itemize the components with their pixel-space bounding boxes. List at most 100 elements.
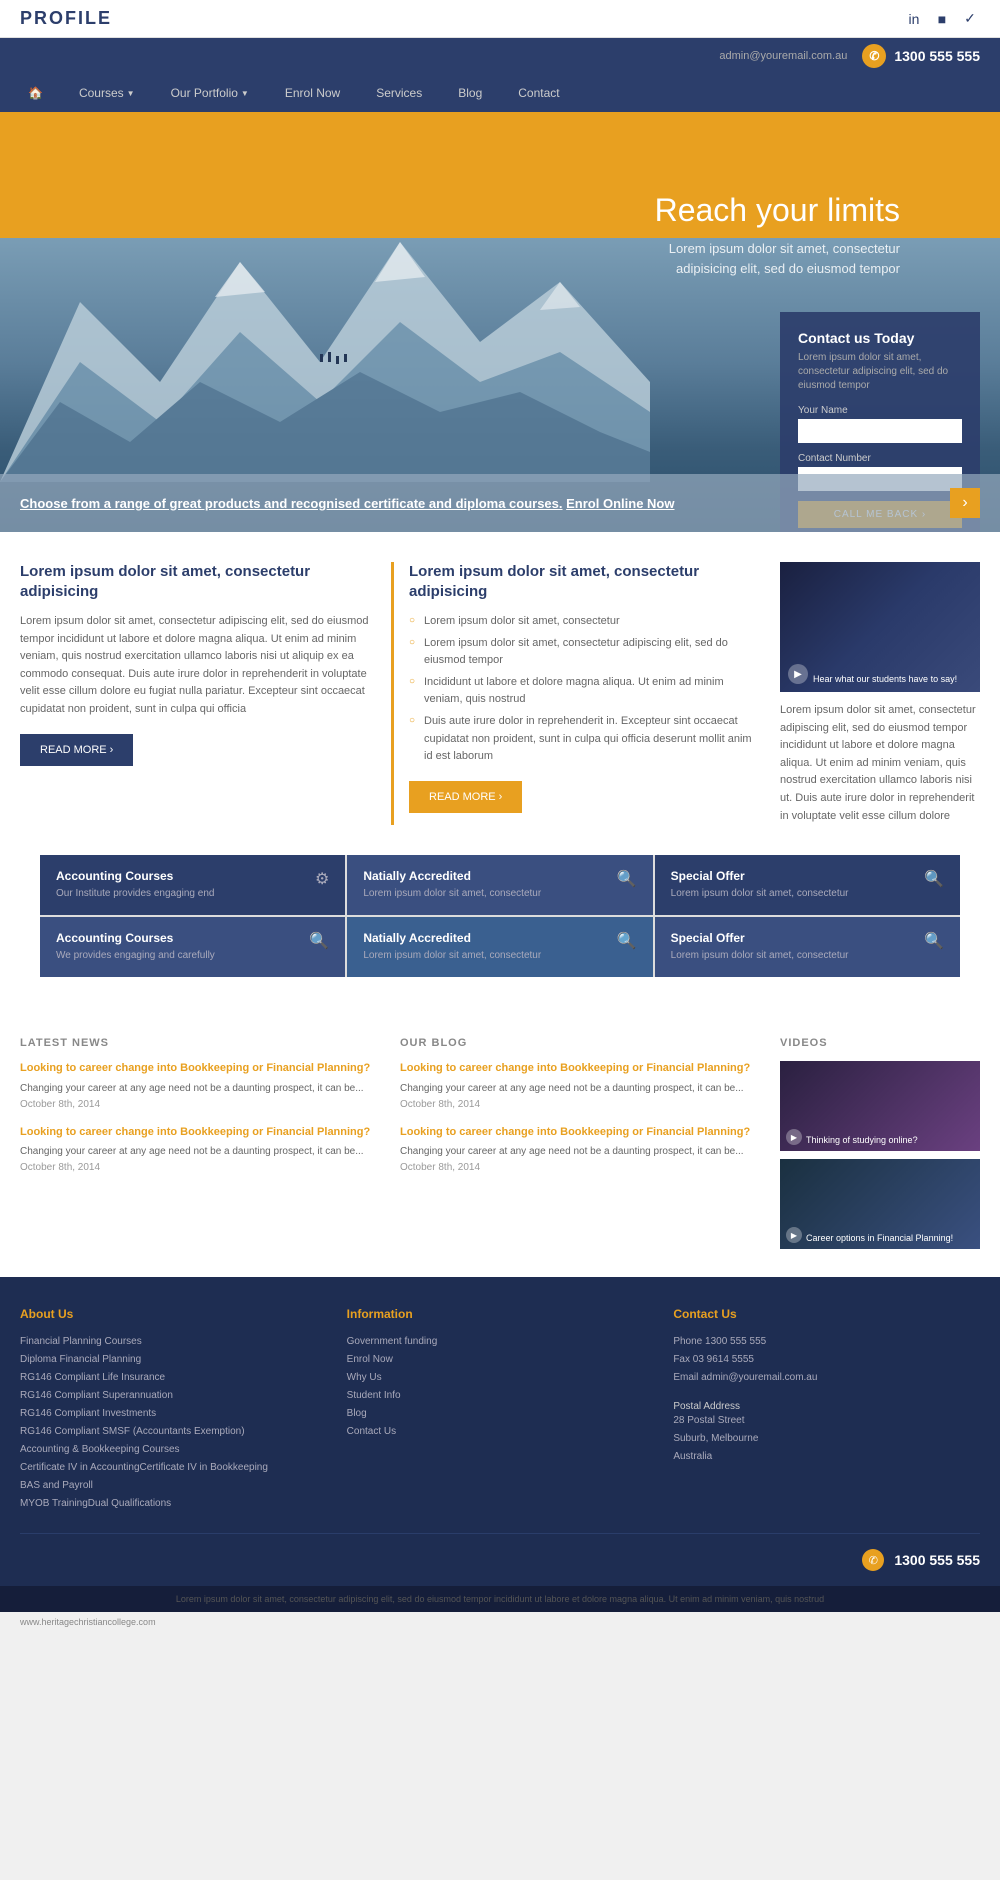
hero-banner: Choose from a range of great products an… <box>0 474 1000 532</box>
news-date-1: October 8th, 2014 <box>20 1162 380 1173</box>
bullet-item: Lorem ipsum dolor sit amet, consectetur … <box>409 635 760 670</box>
blog-date-1: October 8th, 2014 <box>400 1162 760 1173</box>
feature-item-3[interactable]: Accounting Courses We provides engaging … <box>40 917 345 977</box>
footer-info-link-0[interactable]: Government funding <box>347 1333 654 1351</box>
news-date-0: October 8th, 2014 <box>20 1099 380 1110</box>
blog-text-0: Changing your career at any age need not… <box>400 1081 760 1096</box>
feature-title-3: Accounting Courses <box>56 931 215 945</box>
footer-info-link-1[interactable]: Enrol Now <box>347 1351 654 1369</box>
feature-sub-1: Lorem ipsum dolor sit amet, consectetur <box>363 887 541 901</box>
footer: About Us Financial Planning Courses Dipl… <box>0 1277 1000 1586</box>
footer-address-label: Postal Address <box>673 1401 980 1412</box>
feature-item-4[interactable]: Natially Accredited Lorem ipsum dolor si… <box>347 917 652 977</box>
footer-info-link-5[interactable]: Contact Us <box>347 1423 654 1441</box>
enrol-link[interactable]: Enrol Online Now <box>566 496 674 511</box>
read-more-dark-button[interactable]: READ MORE › <box>20 734 133 766</box>
footer-link-0[interactable]: Financial Planning Courses <box>20 1333 327 1351</box>
mountain-svg <box>0 182 650 482</box>
news-text-0: Changing your career at any age need not… <box>20 1081 380 1096</box>
footer-link-9[interactable]: MYOB TrainingDual Qualifications <box>20 1495 327 1513</box>
footer-information: Information Government funding Enrol Now… <box>347 1307 654 1513</box>
feature-item-5[interactable]: Special Offer Lorem ipsum dolor sit amet… <box>655 917 960 977</box>
facebook-icon[interactable]: ■ <box>932 9 952 29</box>
nav-services[interactable]: Services <box>368 74 430 112</box>
feature-icon-4: 🔍 <box>617 931 637 951</box>
footer-contact-title: Contact Us <box>673 1307 980 1321</box>
news-item-0: Looking to career change into Bookkeepin… <box>20 1061 380 1109</box>
feature-icon-2: 🔍 <box>924 869 944 889</box>
col-right: ▶ Hear what our students have to say! Lo… <box>780 562 980 825</box>
bullet-list: Lorem ipsum dolor sit amet, consectetur … <box>409 613 760 766</box>
footer-link-6[interactable]: Accounting & Bookkeeping Courses <box>20 1441 327 1459</box>
hero-next-arrow[interactable]: › <box>950 488 980 518</box>
col-left-title: Lorem ipsum dolor sit amet, consectetur … <box>20 562 371 601</box>
cf-subtitle: Lorem ipsum dolor sit amet, consectetur … <box>798 351 962 393</box>
bullet-item: Incididunt ut labore et dolore magna ali… <box>409 674 760 709</box>
nav-enrol[interactable]: Enrol Now <box>277 74 348 112</box>
news-item-1: Looking to career change into Bookkeepin… <box>20 1125 380 1173</box>
footer-bottom: ✆ 1300 555 555 <box>20 1533 980 1571</box>
hero-text: Reach your limits Lorem ipsum dolor sit … <box>655 192 900 278</box>
blog-item-0: Looking to career change into Bookkeepin… <box>400 1061 760 1109</box>
col-left-text: Lorem ipsum dolor sit amet, consectetur … <box>20 613 371 719</box>
linkedin-icon[interactable]: in <box>904 9 924 29</box>
video-thumb-1[interactable]: ▶ Career options in Financial Planning! <box>780 1159 980 1249</box>
video-thumbnail[interactable]: ▶ Hear what our students have to say! <box>780 562 980 692</box>
blog-label: OUR BLOG <box>400 1037 760 1049</box>
hero-title: Reach your limits <box>655 192 900 229</box>
footer-link-7[interactable]: Certificate IV in AccountingCertificate … <box>20 1459 327 1477</box>
blog-column: OUR BLOG Looking to career change into B… <box>400 1037 760 1257</box>
footer-link-4[interactable]: RG146 Compliant Investments <box>20 1405 327 1423</box>
footer-link-2[interactable]: RG146 Compliant Life Insurance <box>20 1369 327 1387</box>
twitter-icon[interactable]: ✓ <box>960 9 980 29</box>
footer-phone: Phone 1300 555 555 <box>673 1333 980 1351</box>
footer-link-8[interactable]: BAS and Payroll <box>20 1477 327 1495</box>
cf-name-input[interactable] <box>798 419 962 443</box>
col-mid-title: Lorem ipsum dolor sit amet, consectetur … <box>409 562 760 601</box>
nav-portfolio[interactable]: Our Portfolio ▼ <box>163 74 257 112</box>
feature-title-0: Accounting Courses <box>56 869 214 883</box>
footer-about-title: About Us <box>20 1307 327 1321</box>
nav-blog[interactable]: Blog <box>450 74 490 112</box>
phone-button[interactable]: ✆ 1300 555 555 <box>862 44 980 68</box>
footer-url: www.heritagechristiancollege.com <box>0 1612 1000 1632</box>
footer-info-link-2[interactable]: Why Us <box>347 1369 654 1387</box>
logo: PROFILE <box>20 8 112 29</box>
feature-icon-1: 🔍 <box>617 869 637 889</box>
features-section: Accounting Courses Our Institute provide… <box>0 855 1000 1017</box>
contact-bar: admin@youremail.com.au ✆ 1300 555 555 <box>0 38 1000 74</box>
news-title-1[interactable]: Looking to career change into Bookkeepin… <box>20 1125 380 1140</box>
video-label: VIDEOS <box>780 1037 980 1049</box>
hero-subtitle: Lorem ipsum dolor sit amet, consectetur … <box>655 239 900 278</box>
video-thumb-0[interactable]: ▶ Thinking of studying online? <box>780 1061 980 1151</box>
news-column: LATEST NEWS Looking to career change int… <box>20 1037 380 1257</box>
feature-item-1[interactable]: Natially Accredited Lorem ipsum dolor si… <box>347 855 652 915</box>
nav-home[interactable]: 🏠 <box>20 74 51 112</box>
phone-number: 1300 555 555 <box>894 48 980 64</box>
news-title-0[interactable]: Looking to career change into Bookkeepin… <box>20 1061 380 1076</box>
cf-name-label: Your Name <box>798 405 962 416</box>
footer-suburb: Suburb, Melbourne <box>673 1430 980 1448</box>
footer-link-5[interactable]: RG146 Compliant SMSF (Accountants Exempt… <box>20 1423 327 1441</box>
nav-contact[interactable]: Contact <box>510 74 567 112</box>
blog-title-1[interactable]: Looking to career change into Bookkeepin… <box>400 1125 760 1140</box>
three-col-section: Lorem ipsum dolor sit amet, consectetur … <box>0 532 1000 855</box>
hero-banner-text: Choose from a range of great products an… <box>20 496 674 511</box>
blog-item-1: Looking to career change into Bookkeepin… <box>400 1125 760 1173</box>
feature-item-2[interactable]: Special Offer Lorem ipsum dolor sit amet… <box>655 855 960 915</box>
col-mid: Lorem ipsum dolor sit amet, consectetur … <box>391 562 760 825</box>
read-more-orange-button[interactable]: READ MORE › <box>409 781 522 813</box>
nav-courses[interactable]: Courses ▼ <box>71 74 143 112</box>
video-column: VIDEOS ▶ Thinking of studying online? ▶ … <box>780 1037 980 1257</box>
footer-info-link-3[interactable]: Student Info <box>347 1387 654 1405</box>
blog-text-1: Changing your career at any age need not… <box>400 1144 760 1159</box>
footer-info-link-4[interactable]: Blog <box>347 1405 654 1423</box>
blog-title-0[interactable]: Looking to career change into Bookkeepin… <box>400 1061 760 1076</box>
footer-link-3[interactable]: RG146 Compliant Superannuation <box>20 1387 327 1405</box>
feature-icon-5: 🔍 <box>924 931 944 951</box>
footer-about: About Us Financial Planning Courses Dipl… <box>20 1307 327 1513</box>
feature-sub-3: We provides engaging and carefully <box>56 949 215 963</box>
feature-sub-2: Lorem ipsum dolor sit amet, consectetur <box>671 887 849 901</box>
footer-link-1[interactable]: Diploma Financial Planning <box>20 1351 327 1369</box>
feature-item-0[interactable]: Accounting Courses Our Institute provide… <box>40 855 345 915</box>
